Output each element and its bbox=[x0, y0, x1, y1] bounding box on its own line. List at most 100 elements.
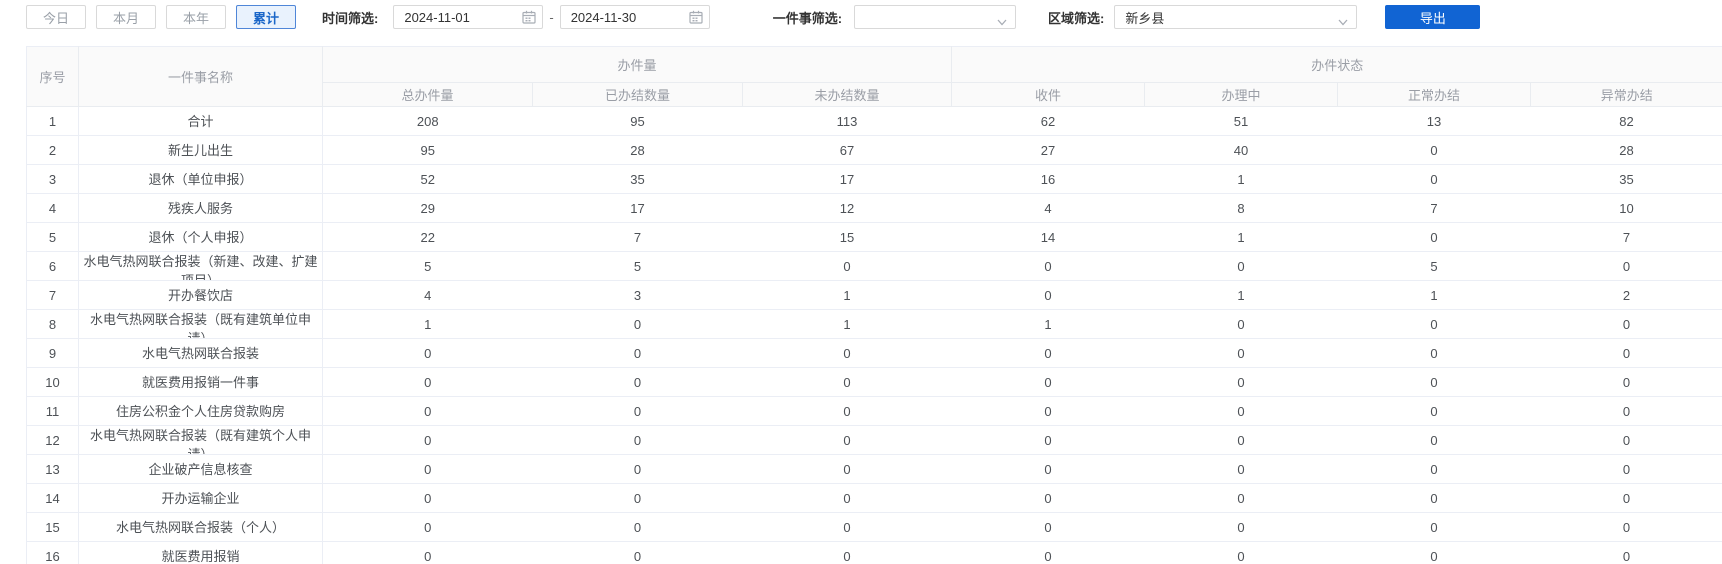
calendar-icon[interactable] bbox=[521, 9, 537, 25]
table-row: 16 就医费用报销 0 0 0 0 0 0 0 bbox=[26, 541, 1722, 564]
value-cell: 0 bbox=[532, 338, 743, 368]
value-cell: 17 bbox=[742, 164, 952, 194]
quick-filter-today-button[interactable]: 今日 bbox=[26, 5, 86, 29]
item-name-cell: 水电气热网联合报装（个人） bbox=[78, 512, 323, 542]
value-cell: 0 bbox=[742, 338, 952, 368]
stats-table: 序号 一件事名称 办件量 办件状态 总办件量 已办结数量 未办结数量 收件 办理… bbox=[26, 46, 1722, 564]
value-cell: 0 bbox=[1530, 512, 1722, 542]
value-cell: 2 bbox=[1530, 280, 1722, 310]
date-start-field[interactable] bbox=[393, 5, 544, 29]
header-group-volume: 办件量 bbox=[322, 46, 953, 83]
value-cell: 10 bbox=[1530, 193, 1722, 223]
table-row: 2 新生儿出生 95 28 67 27 40 0 28 bbox=[26, 135, 1722, 165]
quick-filter-month-button[interactable]: 本月 bbox=[96, 5, 156, 29]
value-cell: 0 bbox=[1144, 483, 1338, 513]
item-name-cell: 就医费用报销 bbox=[78, 541, 323, 564]
value-cell: 1 bbox=[742, 280, 952, 310]
value-cell: 0 bbox=[532, 309, 743, 339]
item-name-cell: 水电气热网联合报装（既有建筑个人申请） bbox=[78, 425, 323, 455]
row-index-cell: 16 bbox=[26, 541, 79, 564]
value-cell: 0 bbox=[742, 454, 952, 484]
table-row: 14 开办运输企业 0 0 0 0 0 0 0 bbox=[26, 483, 1722, 513]
header-uncompleted: 未办结数量 bbox=[742, 82, 953, 107]
value-cell: 5 bbox=[322, 251, 533, 281]
table-row: 13 企业破产信息核查 0 0 0 0 0 0 0 bbox=[26, 454, 1722, 484]
region-filter-label: 区域筛选: bbox=[1048, 10, 1105, 26]
header-received: 收件 bbox=[951, 82, 1146, 107]
value-cell: 0 bbox=[1337, 541, 1531, 564]
thing-filter-select[interactable] bbox=[854, 5, 1017, 29]
header-completed: 已办结数量 bbox=[532, 82, 743, 107]
row-index-cell: 4 bbox=[26, 193, 79, 223]
table-row: 8水电气热网联合报装（既有建筑单位申请）1011000 bbox=[26, 309, 1722, 339]
row-index-cell: 6 bbox=[26, 251, 79, 281]
value-cell: 0 bbox=[1530, 338, 1722, 368]
item-name-cell: 水电气热网联合报装（既有建筑单位申请） bbox=[78, 309, 323, 339]
value-cell: 82 bbox=[1530, 106, 1722, 136]
table-row: 15 水电气热网联合报装（个人） 0 0 0 0 0 0 0 bbox=[26, 512, 1722, 542]
value-cell: 0 bbox=[1530, 367, 1722, 397]
value-cell: 14 bbox=[951, 222, 1145, 252]
value-cell: 113 bbox=[742, 106, 952, 136]
value-cell: 0 bbox=[322, 396, 533, 426]
thing-filter-label: 一件事筛选: bbox=[772, 10, 843, 26]
table-row: 7 开办餐饮店 4 3 1 0 1 1 2 bbox=[26, 280, 1722, 310]
value-cell: 0 bbox=[1530, 454, 1722, 484]
value-cell: 0 bbox=[1144, 309, 1338, 339]
value-cell: 0 bbox=[742, 251, 952, 281]
table-row: 12水电气热网联合报装（既有建筑个人申请）0000000 bbox=[26, 425, 1722, 455]
value-cell: 0 bbox=[1337, 135, 1531, 165]
value-cell: 5 bbox=[532, 251, 743, 281]
region-filter-select[interactable]: 新乡县 bbox=[1114, 5, 1358, 29]
value-cell: 0 bbox=[742, 396, 952, 426]
value-cell: 0 bbox=[1144, 512, 1338, 542]
item-name-cell: 退休（个人申报） bbox=[78, 222, 323, 252]
value-cell: 35 bbox=[1530, 164, 1722, 194]
value-cell: 0 bbox=[1337, 483, 1531, 513]
row-index-cell: 15 bbox=[26, 512, 79, 542]
item-name-cell: 退休（单位申报） bbox=[78, 164, 323, 194]
value-cell: 1 bbox=[1144, 222, 1338, 252]
export-button[interactable]: 导出 bbox=[1385, 5, 1481, 29]
row-index-cell: 5 bbox=[26, 222, 79, 252]
value-cell: 0 bbox=[1144, 396, 1338, 426]
quick-filter-total-button[interactable]: 累计 bbox=[236, 5, 296, 29]
value-cell: 0 bbox=[322, 338, 533, 368]
value-cell: 0 bbox=[951, 483, 1145, 513]
value-cell: 95 bbox=[322, 135, 533, 165]
value-cell: 0 bbox=[1337, 367, 1531, 397]
header-col-no: 序号 bbox=[26, 46, 79, 107]
value-cell: 3 bbox=[532, 280, 743, 310]
header-group-status: 办件状态 bbox=[951, 46, 1722, 83]
value-cell: 0 bbox=[742, 541, 952, 564]
value-cell: 0 bbox=[951, 251, 1145, 281]
value-cell: 17 bbox=[532, 193, 743, 223]
date-end-field[interactable] bbox=[559, 5, 710, 29]
value-cell: 0 bbox=[1144, 454, 1338, 484]
value-cell: 40 bbox=[1144, 135, 1338, 165]
time-filter-label: 时间筛选: bbox=[322, 10, 379, 26]
item-name-cell: 住房公积金个人住房贷款购房 bbox=[78, 396, 323, 426]
value-cell: 0 bbox=[1337, 222, 1531, 252]
value-cell: 0 bbox=[951, 396, 1145, 426]
calendar-icon[interactable] bbox=[688, 9, 704, 25]
value-cell: 0 bbox=[1337, 425, 1531, 455]
row-index-cell: 13 bbox=[26, 454, 79, 484]
item-name-cell: 就医费用报销一件事 bbox=[78, 367, 323, 397]
value-cell: 0 bbox=[1144, 541, 1338, 564]
value-cell: 0 bbox=[322, 367, 533, 397]
value-cell: 0 bbox=[951, 454, 1145, 484]
row-index-cell: 1 bbox=[26, 106, 79, 136]
quick-filter-year-button[interactable]: 本年 bbox=[166, 5, 226, 29]
item-name-cell: 开办餐饮店 bbox=[78, 280, 323, 310]
value-cell: 0 bbox=[951, 338, 1145, 368]
row-index-cell: 12 bbox=[26, 425, 79, 455]
value-cell: 1 bbox=[951, 309, 1145, 339]
value-cell: 208 bbox=[322, 106, 533, 136]
value-cell: 0 bbox=[1530, 541, 1722, 564]
value-cell: 0 bbox=[1530, 396, 1722, 426]
value-cell: 0 bbox=[1530, 251, 1722, 281]
value-cell: 12 bbox=[742, 193, 952, 223]
table-row: 4 残疾人服务 29 17 12 4 8 7 10 bbox=[26, 193, 1722, 223]
value-cell: 0 bbox=[951, 425, 1145, 455]
